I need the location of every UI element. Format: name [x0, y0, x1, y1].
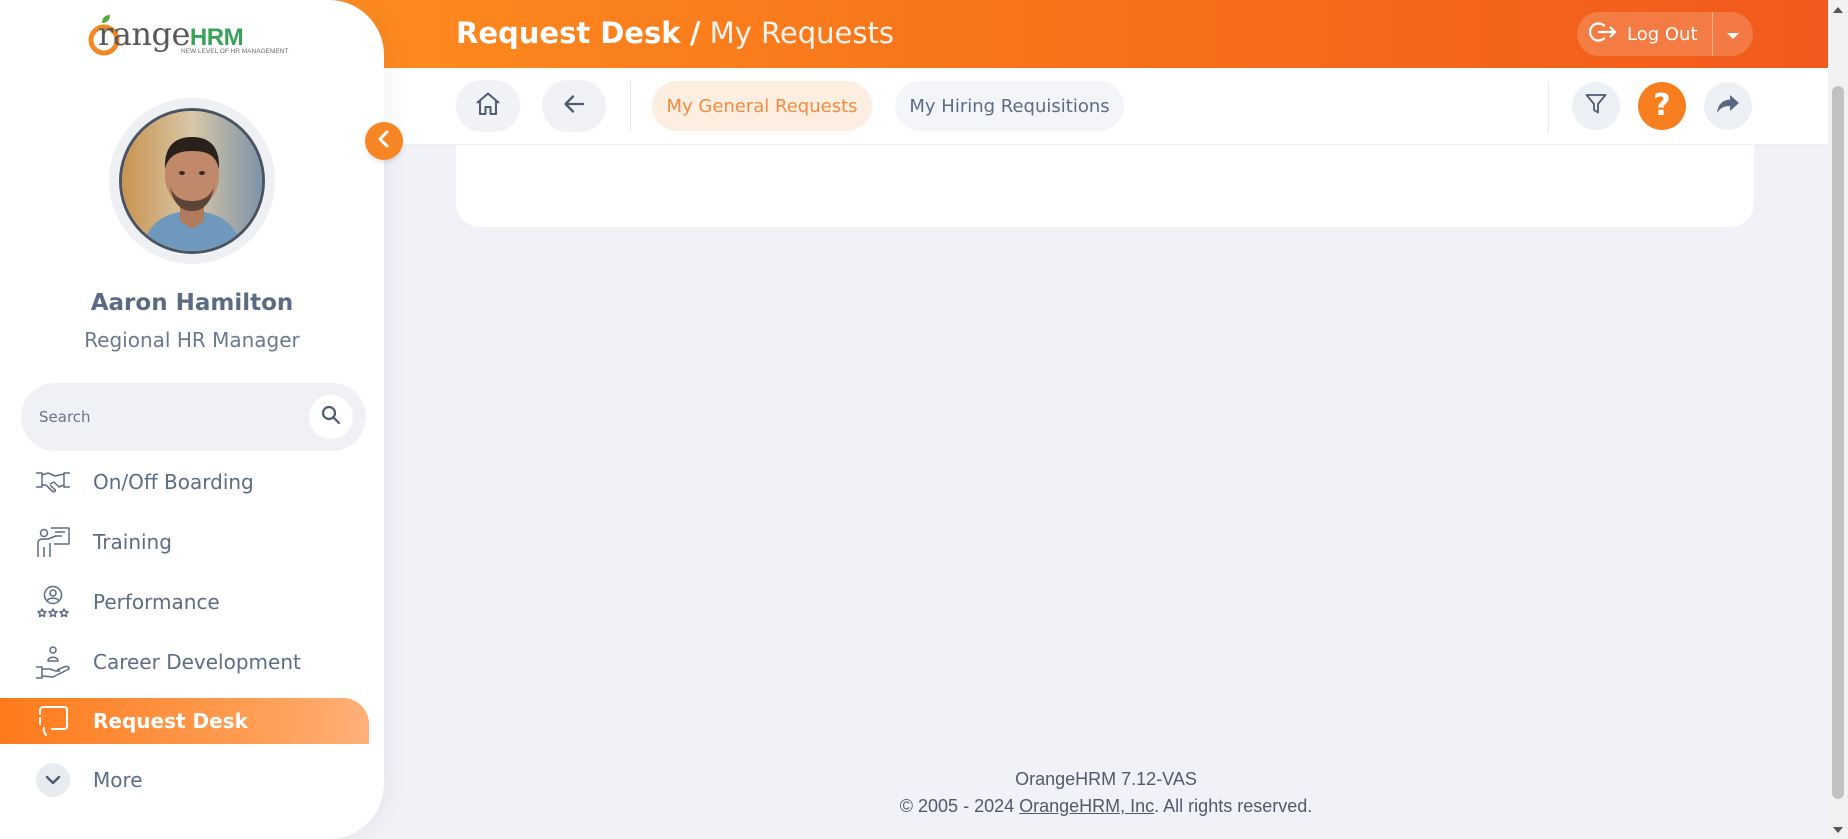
brand-logo[interactable]: rangeHRM NEW LEVEL OF HR MANAGEMENT	[88, 12, 298, 60]
help-button[interactable]: ?	[1638, 82, 1686, 130]
footer-version: OrangeHRM 7.12-VAS	[1015, 769, 1197, 789]
share-button[interactable]	[1704, 82, 1752, 130]
scroll-down-arrow-icon[interactable]	[1828, 821, 1848, 839]
brand-tagline: NEW LEVEL OF HR MANAGEMENT	[181, 48, 289, 55]
arrow-left-icon	[562, 93, 586, 119]
footer: OrangeHRM 7.12-VAS © 2005 - 2024 OrangeH…	[384, 766, 1828, 820]
sidebar-item-label: On/Off Boarding	[93, 470, 254, 494]
title-separator: /	[689, 16, 701, 50]
footer-copyright: © 2005 - 2024 OrangeHRM, Inc. All rights…	[384, 793, 1828, 820]
request-desk-icon	[33, 701, 73, 741]
question-mark-icon: ?	[1653, 88, 1671, 123]
sidebar-collapse-button[interactable]	[365, 122, 403, 160]
avatar-ring	[109, 98, 275, 264]
sidebar-item-on-off-boarding[interactable]: On/Off Boarding	[0, 458, 369, 506]
caret-down-icon	[1726, 25, 1740, 44]
performance-award-icon	[33, 582, 73, 622]
chevron-down-icon	[36, 763, 70, 797]
brand-word: range	[98, 15, 190, 53]
sidebar-search	[21, 383, 366, 451]
module-title: Request Desk	[456, 16, 681, 50]
training-presenter-icon	[33, 522, 73, 562]
user-photo	[122, 111, 262, 251]
page-subtitle: My Requests	[709, 16, 894, 50]
scroll-up-arrow-icon[interactable]	[1828, 0, 1848, 18]
search-icon	[321, 405, 341, 429]
copyright-prefix: © 2005 - 2024	[899, 796, 1020, 816]
logout-group: Log Out	[1577, 12, 1753, 56]
logout-dropdown-button[interactable]	[1713, 12, 1753, 56]
company-link[interactable]: OrangeHRM, Inc	[1019, 796, 1154, 816]
sidebar-item-label: Career Development	[93, 650, 301, 674]
tab-my-general-requests[interactable]: My General Requests	[652, 81, 872, 131]
search-input[interactable]	[39, 403, 299, 431]
sidebar-item-label: Training	[93, 530, 172, 554]
career-hand-icon	[33, 642, 73, 682]
sidebar-item-more[interactable]: More	[0, 756, 369, 804]
user-role: Regional HR Manager	[84, 328, 300, 352]
logout-button[interactable]: Log Out	[1577, 12, 1712, 56]
sidebar-item-label: Request Desk	[93, 709, 248, 733]
sidebar-item-performance[interactable]: Performance	[0, 578, 369, 626]
scroll-thumb[interactable]	[1832, 86, 1844, 799]
logout-icon	[1588, 20, 1627, 49]
sidebar: rangeHRM NEW LEVEL OF HR MANAGEMENT Aaro…	[0, 0, 384, 839]
sidebar-item-training[interactable]: Training	[0, 518, 369, 566]
sidebar-item-request-desk[interactable]: Request Desk	[0, 698, 369, 744]
back-button[interactable]	[542, 80, 606, 132]
tab-my-hiring-requisitions[interactable]: My Hiring Requisitions	[895, 81, 1124, 131]
sidebar-item-label: Performance	[93, 590, 220, 614]
user-name: Aaron Hamilton	[90, 290, 294, 316]
requests-content-card	[456, 145, 1754, 227]
handshake-icon	[33, 462, 73, 502]
sidebar-more-label: More	[93, 768, 143, 792]
sub-toolbar: My General Requests My Hiring Requisitio…	[384, 68, 1828, 145]
search-button[interactable]	[309, 395, 353, 439]
filter-button[interactable]	[1572, 82, 1620, 130]
copyright-suffix: . All rights reserved.	[1154, 796, 1313, 816]
page-scrollbar[interactable]	[1828, 0, 1848, 839]
sidebar-item-career-development[interactable]: Career Development	[0, 638, 369, 686]
brand-hrm: HRM	[189, 24, 244, 51]
filter-icon	[1584, 92, 1608, 120]
toolbar-divider-right	[1548, 82, 1549, 132]
home-button[interactable]	[456, 80, 520, 132]
share-arrow-icon	[1715, 93, 1741, 119]
avatar[interactable]	[119, 108, 265, 254]
logout-label: Log Out	[1627, 23, 1698, 45]
home-icon	[474, 90, 502, 122]
page-title: Request Desk / My Requests	[456, 16, 894, 50]
chevron-left-icon	[377, 130, 391, 152]
toolbar-divider	[630, 82, 631, 132]
